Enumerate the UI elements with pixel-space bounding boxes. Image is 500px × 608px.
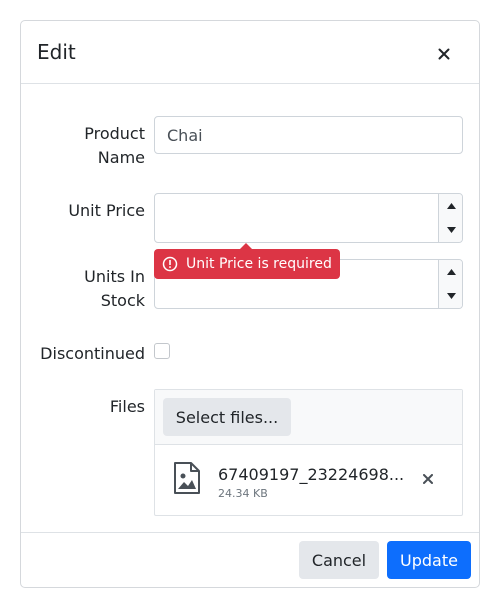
units-in-stock-label-line1: Units In <box>84 267 145 286</box>
cancel-button[interactable]: Cancel <box>299 541 379 579</box>
image-file-icon <box>174 462 200 494</box>
arrow-down-icon <box>446 293 456 299</box>
discontinued-checkbox[interactable] <box>154 343 170 359</box>
close-icon <box>438 48 450 60</box>
unit-price-increase-button[interactable] <box>439 194 463 218</box>
update-button[interactable]: Update <box>387 541 471 579</box>
select-files-button[interactable]: Select files... <box>163 398 291 436</box>
file-size: 24.34 KB <box>218 487 268 500</box>
arrow-down-icon <box>446 227 456 233</box>
units-in-stock-spinner <box>438 260 462 308</box>
close-button[interactable] <box>431 41 457 67</box>
arrow-up-icon <box>446 269 456 275</box>
close-icon <box>423 474 433 484</box>
files-label: Files <box>109 397 145 416</box>
tooltip-arrow <box>240 243 252 249</box>
product-name-value: Chai <box>167 126 203 145</box>
file-upload: Select files... 67409197_23224698... 24.… <box>154 389 463 516</box>
dialog-titlebar: Edit <box>21 21 479 84</box>
file-list-item: 67409197_23224698... 24.34 KB <box>155 446 462 516</box>
edit-dialog: Edit Product Name Chai Unit Price Units … <box>20 20 480 588</box>
unit-price-decrease-button[interactable] <box>439 218 463 242</box>
units-in-stock-increase-button[interactable] <box>439 260 463 284</box>
product-name-label-line2: Name <box>97 148 145 167</box>
error-circle-icon <box>162 256 178 272</box>
dialog-title: Edit <box>37 40 76 64</box>
product-name-input[interactable]: Chai <box>154 116 463 154</box>
units-in-stock-decrease-button[interactable] <box>439 284 463 308</box>
unit-price-spinner <box>438 194 462 242</box>
remove-file-button[interactable] <box>417 468 439 490</box>
units-in-stock-label: Units In Stock <box>21 265 145 313</box>
unit-price-input[interactable] <box>154 193 463 243</box>
product-name-label: Product Name <box>21 122 145 170</box>
arrow-up-icon <box>446 203 456 209</box>
product-name-label-line1: Product <box>84 124 145 143</box>
units-in-stock-label-line2: Stock <box>100 291 145 310</box>
upload-toolbar: Select files... <box>155 390 462 445</box>
file-name: 67409197_23224698... <box>218 465 405 484</box>
validation-tooltip: Unit Price is required <box>154 243 340 279</box>
unit-price-label: Unit Price <box>68 201 145 220</box>
dialog-footer: Cancel Update <box>21 532 479 588</box>
discontinued-label: Discontinued <box>40 344 145 363</box>
validation-message: Unit Price is required <box>186 256 332 272</box>
